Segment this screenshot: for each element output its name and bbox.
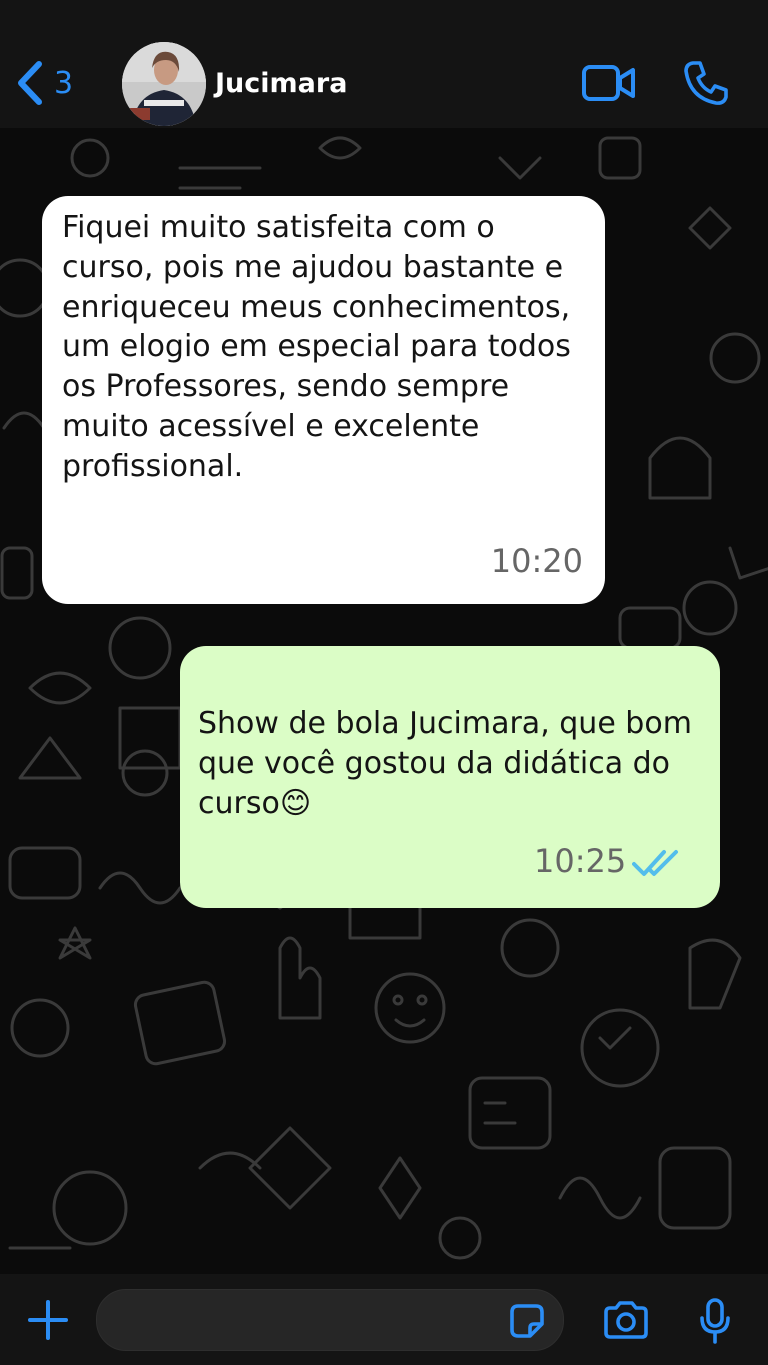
camera-icon [604,1301,648,1339]
double-check-icon [632,850,678,876]
message-time: 10:25 [534,842,627,880]
camera-button[interactable] [602,1300,650,1344]
video-call-button[interactable] [582,64,636,106]
chevron-left-icon [18,61,42,105]
microphone-button[interactable] [698,1298,732,1348]
sticker-icon [510,1304,544,1338]
message-text: Show de bola Jucimara, que bom que você … [198,706,692,821]
voice-call-button[interactable] [684,60,728,110]
sticker-button[interactable] [508,1302,546,1344]
message-text: Fiquei muito satisfeita com o curso, poi… [62,210,571,484]
microphone-icon [700,1298,730,1344]
message-input-wrapper [96,1289,564,1351]
plus-icon [28,1300,68,1340]
contact-name[interactable]: Jucimara [215,68,347,99]
message-time: 10:20 [490,542,583,580]
avatar[interactable] [122,42,206,126]
video-call-icon [582,65,635,101]
unread-count: 3 [54,65,74,101]
incoming-message-bubble[interactable]: Fiquei muito satisfeita com o curso, poi… [42,196,605,604]
attach-button[interactable] [26,1298,70,1346]
phone-icon [684,61,728,105]
chat-area[interactable]: Fiquei muito satisfeita com o curso, poi… [0,128,768,1274]
outgoing-message-bubble[interactable]: Show de bola Jucimara, que bom que você … [180,646,720,908]
composer-bar [0,1274,768,1365]
chat-header: 3 Jucimara [0,0,768,128]
back-button[interactable]: 3 [14,60,73,106]
message-input[interactable] [119,1302,503,1338]
